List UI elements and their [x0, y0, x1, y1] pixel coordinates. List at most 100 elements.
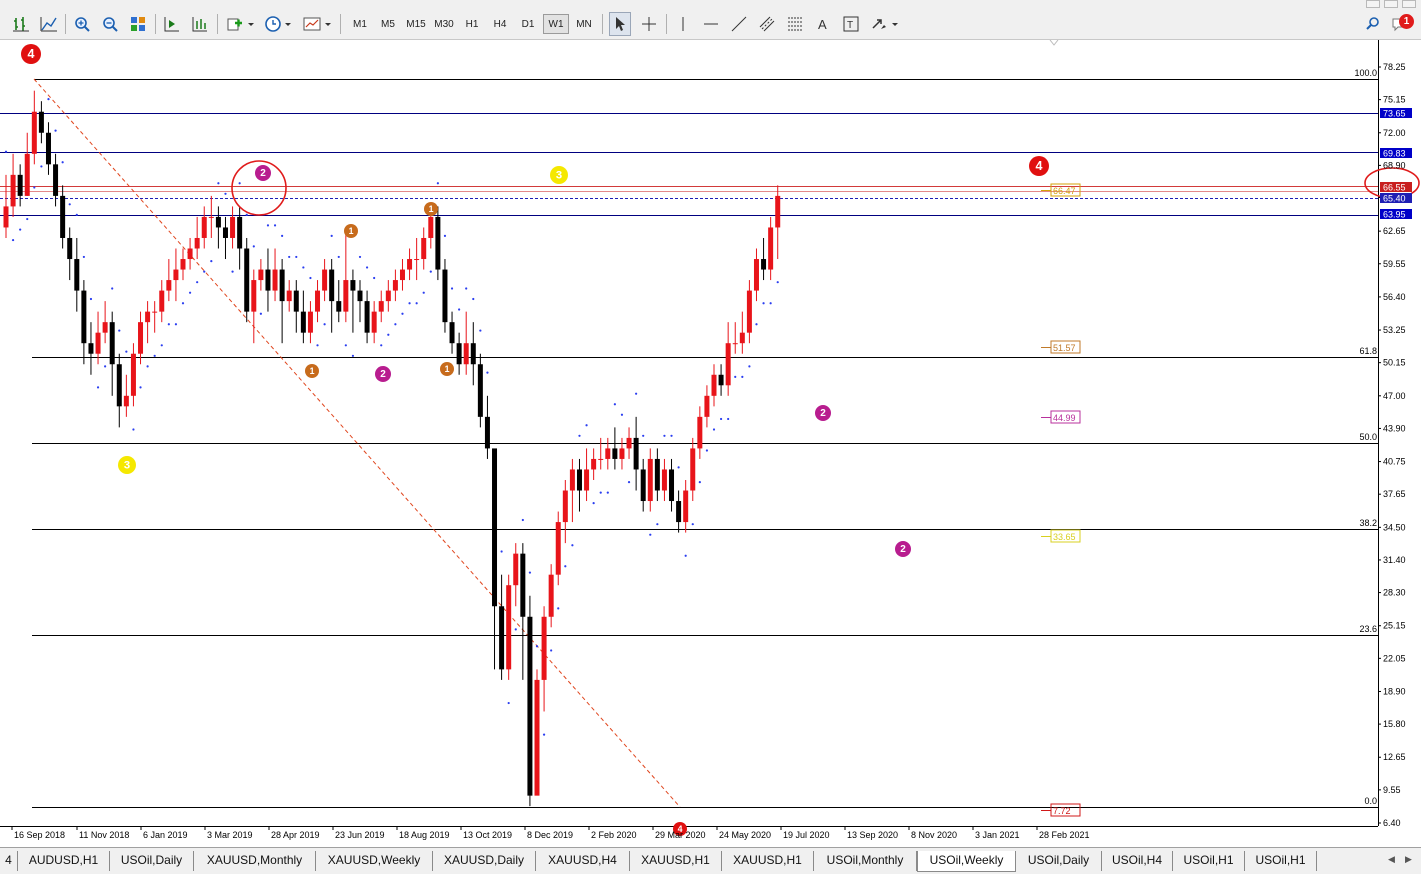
psar-dot — [557, 607, 560, 610]
candle-body — [123, 395, 129, 407]
tab-xauusd-h4[interactable]: XAUUSD,H4 — [536, 851, 630, 871]
line-chart-icon[interactable] — [38, 12, 60, 36]
timeframe-h4-button[interactable]: H4 — [487, 14, 513, 34]
crosshair-icon[interactable] — [638, 12, 660, 36]
equidistant-channel-icon[interactable] — [756, 12, 778, 36]
toolbar-separator — [340, 14, 341, 34]
timeframe-d1-button[interactable]: D1 — [515, 14, 541, 34]
date-axis-label: 28 Feb 2021 — [1039, 830, 1090, 840]
tab-partial[interactable]: 4 — [0, 851, 18, 871]
tab-usoil-weekly[interactable]: USOil,Weekly — [917, 851, 1016, 872]
psar-dot — [217, 182, 220, 185]
candle-body — [584, 469, 590, 491]
psar-dot — [748, 365, 751, 368]
price-chart[interactable]: 100.0 61.8 50.0 38.2 23.6 0.0 66.47 51.57 44.99… — [0, 40, 1421, 846]
psar-dot — [104, 365, 107, 368]
timeframe-m1-button[interactable]: M1 — [347, 14, 373, 34]
date-axis-label: 24 May 2020 — [719, 830, 771, 840]
psar-dot — [585, 424, 588, 427]
clock-dropdown-icon[interactable] — [261, 12, 295, 36]
tab-audusd-h1[interactable]: AUDUSD,H1 — [18, 851, 110, 871]
fib-level-label: 61.8 — [1359, 346, 1377, 356]
candle-body — [272, 269, 278, 291]
candle-body — [385, 290, 391, 302]
tab-usoil-daily-b[interactable]: USOil,Daily — [1016, 851, 1102, 871]
psar-dot — [351, 354, 355, 357]
wave-count-number: 3 — [124, 460, 130, 472]
candle-body — [739, 332, 745, 344]
vertical-line-icon[interactable] — [672, 12, 694, 36]
psar-dot — [472, 297, 475, 301]
tab-scroll-right-icon[interactable]: ▶ — [1405, 854, 1412, 865]
indicators-dropdown-icon[interactable] — [223, 12, 257, 36]
mt4-terminal-window: M1 M5 M15 M30 H1 H4 D1 W1 MN A T 1 100.0… — [0, 0, 1421, 874]
timeframe-h1-button[interactable]: H1 — [459, 14, 485, 34]
auto-scroll-icon[interactable] — [189, 12, 211, 36]
psar-dot — [153, 354, 156, 357]
psar-dot — [684, 554, 687, 557]
search-icon[interactable] — [1362, 12, 1384, 36]
candle-body — [414, 259, 420, 261]
tab-xauusd-monthly[interactable]: XAUUSD,Monthly — [194, 851, 316, 871]
tab-xauusd-h1-a[interactable]: XAUUSD,H1 — [630, 851, 722, 871]
psar-dot — [266, 224, 270, 227]
timeframe-m30-button[interactable]: M30 — [431, 14, 457, 34]
psar-dot — [401, 312, 404, 315]
psar-dot — [649, 533, 652, 536]
candle-body — [74, 259, 80, 291]
toolbar-separator — [155, 14, 156, 34]
zoom-out-icon[interactable] — [99, 12, 121, 36]
candle-body — [569, 469, 575, 491]
tab-scroll-left-icon[interactable]: ◀ — [1388, 854, 1395, 865]
tile-windows-icon[interactable] — [127, 12, 149, 36]
candle-body — [428, 216, 434, 238]
candle-body — [548, 574, 554, 617]
arrows-dropdown-icon[interactable] — [868, 12, 902, 36]
candle-body — [357, 290, 363, 302]
price-tag-label: 66.55 — [1383, 183, 1406, 193]
timeframe-m15-button[interactable]: M15 — [403, 14, 429, 34]
tab-xauusd-daily[interactable]: XAUUSD,Daily — [433, 851, 536, 871]
candle-body — [392, 280, 398, 291]
tab-usoil-h1-a[interactable]: USOil,H1 — [1173, 851, 1245, 871]
timeframe-mn-button[interactable]: MN — [571, 14, 597, 34]
date-axis-label: 8 Dec 2019 — [527, 830, 573, 840]
candle-body — [407, 259, 413, 270]
zoom-in-icon[interactable] — [71, 12, 93, 36]
templates-dropdown-icon[interactable] — [300, 12, 334, 36]
candle-body — [626, 437, 632, 449]
date-axis-label: 18 Aug 2019 — [399, 830, 450, 840]
psar-dot — [564, 565, 567, 568]
psar-dot — [174, 323, 178, 326]
close-button[interactable] — [1402, 0, 1416, 8]
text-label-icon[interactable]: T — [840, 12, 862, 36]
tab-xauusd-h1-b[interactable]: XAUUSD,H1 — [722, 851, 814, 871]
trendline-icon[interactable] — [728, 12, 750, 36]
bar-chart-icon[interactable] — [10, 12, 32, 36]
minimize-button[interactable] — [1366, 0, 1380, 8]
notification-badge[interactable]: 1 — [1399, 14, 1414, 29]
timeframe-m5-button[interactable]: M5 — [375, 14, 401, 34]
tab-usoil-monthly[interactable]: USOil,Monthly — [814, 851, 917, 871]
fibonacci-retracement-icon[interactable] — [784, 12, 806, 36]
window-title-strip — [0, 0, 1421, 8]
tab-usoil-daily[interactable]: USOil,Daily — [110, 851, 194, 871]
fib-value-label: 44.99 — [1053, 413, 1076, 423]
candle-body — [307, 311, 313, 333]
cursor-icon[interactable] — [609, 12, 631, 36]
candle-body — [60, 195, 66, 238]
candle-body — [562, 490, 568, 523]
psar-dot — [663, 434, 666, 437]
restore-button[interactable] — [1384, 0, 1398, 8]
chart-shift-icon[interactable] — [161, 12, 183, 36]
text-icon[interactable]: A — [812, 12, 834, 36]
tab-xauusd-weekly[interactable]: XAUUSD,Weekly — [316, 851, 433, 871]
psar-dot — [273, 224, 277, 227]
tab-usoil-h4[interactable]: USOil,H4 — [1102, 851, 1173, 871]
timeframe-w1-button[interactable]: W1 — [543, 14, 569, 34]
candle-body — [746, 290, 752, 333]
price-axis-label: 50.15 — [1383, 358, 1406, 368]
tab-usoil-h1-b[interactable]: USOil,H1 — [1245, 851, 1317, 871]
horizontal-line-icon[interactable] — [700, 12, 722, 36]
psar-dot — [465, 287, 468, 290]
